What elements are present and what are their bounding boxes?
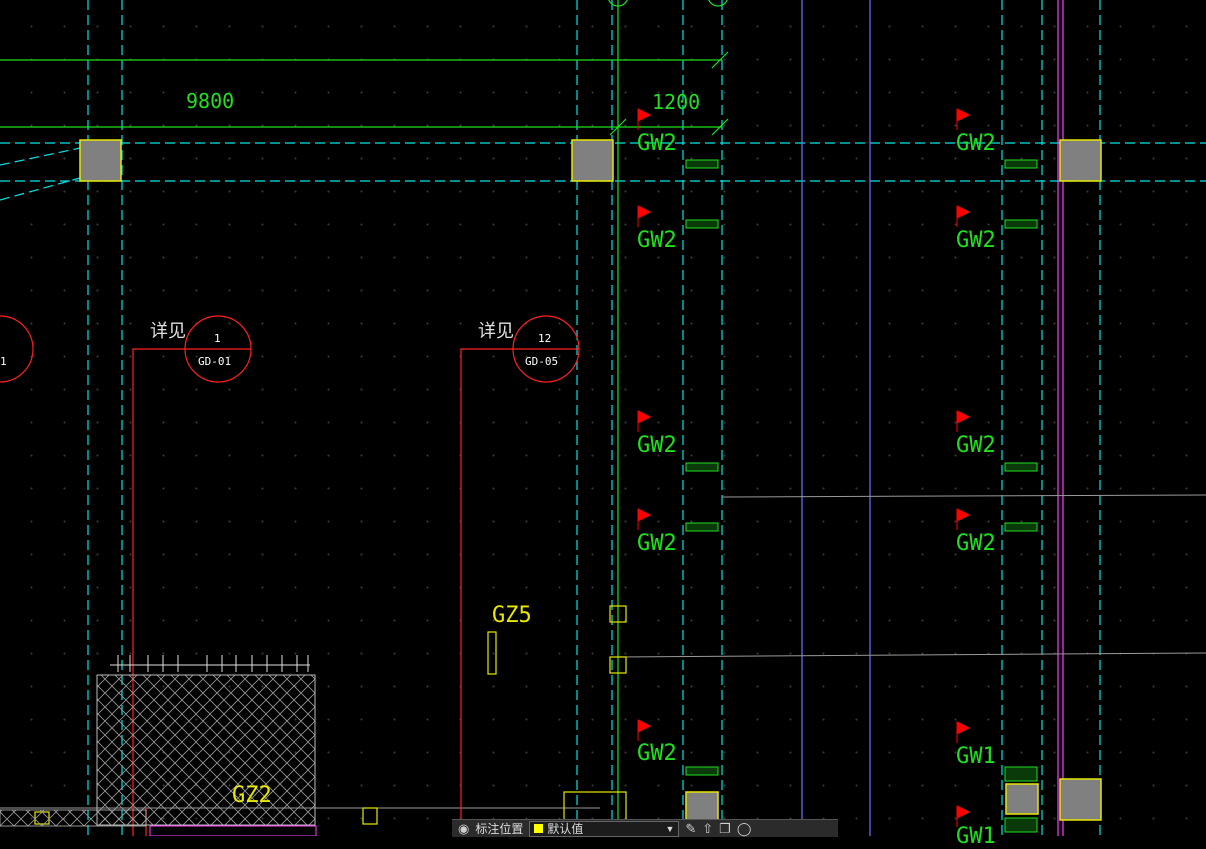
wall-tag[interactable]: GW1: [956, 826, 996, 848]
detail-sheet: GD-01: [198, 355, 232, 368]
detail-note: 详见: [150, 321, 186, 342]
wall-tag[interactable]: GW2: [956, 533, 996, 555]
wall-tag[interactable]: GW2: [637, 230, 677, 252]
wall-tag[interactable]: GW2: [637, 533, 677, 555]
wall-tag[interactable]: GW2: [637, 743, 677, 765]
chevron-down-icon: ▼: [665, 823, 675, 834]
detail-number: 12: [538, 332, 552, 345]
pencil-icon[interactable]: ✎: [685, 821, 696, 837]
detail-number: 1: [214, 332, 221, 345]
wall-tag[interactable]: GW2: [637, 435, 677, 457]
layer-color-swatch: [534, 824, 544, 833]
detail-sheet: GD-05: [525, 355, 559, 368]
layer-name: 默认值: [547, 822, 584, 836]
cad-drawing-canvas[interactable]: 9800 1200 GW2 GW2 GW2 GW2 GW2 GW2 GW2 GW…: [0, 0, 1206, 848]
detail-number: 1: [0, 355, 7, 368]
detail-note: 详见: [478, 321, 514, 342]
cylinder-icon[interactable]: ◯: [737, 821, 752, 837]
column-tag-gz5[interactable]: GZ5: [492, 605, 532, 627]
wall-tag[interactable]: GW1: [956, 746, 996, 768]
wall-tag[interactable]: GW2: [637, 133, 677, 155]
layer-dropdown[interactable]: 默认值 ▼: [529, 820, 680, 837]
wall-tag[interactable]: GW2: [956, 133, 996, 155]
export-icon[interactable]: ⇧: [702, 821, 713, 837]
dimension-1200: 1200: [652, 90, 701, 114]
copy-icon[interactable]: ❐: [719, 821, 731, 837]
property-toolbar: ◉ 标注位置 默认值 ▼ ✎ ⇧ ❐ ◯: [452, 819, 838, 837]
wall-tag[interactable]: GW2: [956, 230, 996, 252]
binoculars-icon[interactable]: ◉: [458, 821, 469, 837]
wall-tag[interactable]: GW2: [956, 435, 996, 457]
drawing-lines: [0, 0, 1206, 836]
dimension-9800: 9800: [186, 89, 235, 113]
column-tag-gz2[interactable]: GZ2: [232, 785, 272, 807]
annotation-position-label: 标注位置: [475, 822, 524, 836]
